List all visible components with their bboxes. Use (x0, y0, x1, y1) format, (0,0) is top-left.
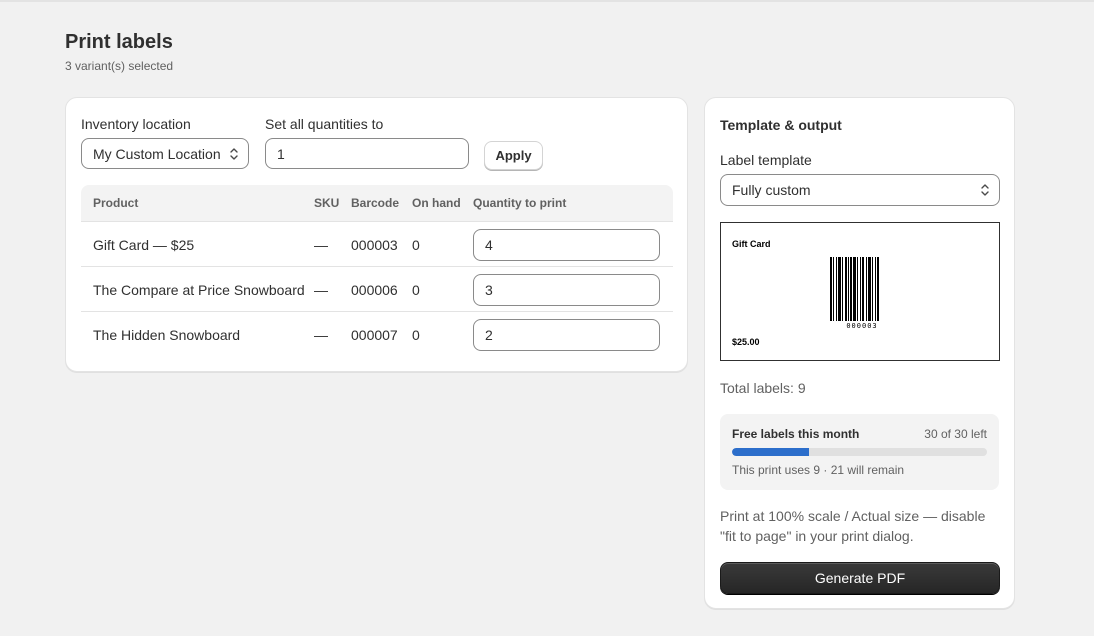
label-preview: Gift Card 000003 $25.00 (720, 222, 1000, 361)
on-hand-value: 0 (412, 282, 420, 298)
on-hand-value: 0 (412, 327, 420, 343)
set-all-label: Set all quantities to (265, 116, 384, 132)
location-select-value: My Custom Location (93, 145, 221, 162)
barcode-value: 000006 (351, 282, 398, 298)
quota-title: Free labels this month (732, 427, 860, 441)
quantity-input[interactable]: 2 (473, 319, 660, 351)
preview-barcode-number: 000003 (846, 322, 878, 330)
top-divider (0, 0, 1094, 2)
column-header-product: Product (93, 196, 139, 210)
chevron-up-down-icon (981, 184, 989, 196)
quota-progress-fill (732, 448, 809, 456)
quantity-input[interactable]: 4 (473, 229, 660, 261)
selection-count: 3 variant(s) selected (65, 59, 174, 73)
column-header-barcode: Barcode (351, 196, 400, 210)
variants-card: Inventory location My Custom Location Se… (65, 97, 688, 372)
barcode-value: 000003 (351, 237, 398, 253)
template-select[interactable]: Fully custom (720, 174, 1000, 206)
set-all-quantity-value: 1 (277, 145, 285, 162)
generate-pdf-button[interactable]: Generate PDF (720, 562, 1000, 594)
apply-button[interactable]: Apply (484, 141, 543, 170)
on-hand-value: 0 (412, 237, 420, 253)
page-title: Print labels (65, 31, 173, 53)
sku-value: — (314, 327, 328, 343)
barcode-image (830, 257, 879, 321)
quantity-value: 2 (485, 327, 493, 343)
product-name: The Compare at Price Snowboard (93, 282, 305, 298)
column-header-quantity: Quantity to print (473, 196, 567, 210)
sku-value: — (314, 237, 328, 253)
barcode-value: 000007 (351, 327, 398, 343)
quota-progress-bar (732, 448, 987, 456)
chevron-up-down-icon (230, 147, 238, 160)
card-title: Template & output (720, 117, 842, 133)
column-header-on-hand: On hand (412, 196, 461, 210)
total-labels: Total labels: 9 (720, 380, 806, 396)
set-all-quantity-input[interactable]: 1 (265, 138, 469, 169)
template-output-card: Template & output Label template Fully c… (704, 97, 1015, 609)
location-label: Inventory location (81, 116, 191, 132)
table-header: Product SKU Barcode On hand Quantity to … (81, 185, 673, 222)
quantity-value: 4 (485, 237, 493, 253)
sku-value: — (314, 282, 328, 298)
template-label: Label template (720, 152, 812, 168)
variants-table: Product SKU Barcode On hand Quantity to … (81, 185, 673, 357)
preview-product-name: Gift Card (732, 239, 771, 249)
product-name: The Hidden Snowboard (93, 327, 241, 343)
product-name: Gift Card — $25 (93, 237, 195, 253)
table-row: Gift Card — $25 — 000003 0 4 (81, 222, 673, 267)
print-scale-hint: Print at 100% scale / Actual size — disa… (720, 508, 986, 544)
table-row: The Compare at Price Snowboard — 000006 … (81, 267, 673, 312)
table-row: The Hidden Snowboard — 000007 0 2 (81, 312, 673, 357)
quantity-input[interactable]: 3 (473, 274, 660, 306)
page-header: Print labels 3 variant(s) selected (65, 30, 173, 73)
quota-remaining: 30 of 30 left (924, 427, 987, 441)
preview-price: $25.00 (732, 337, 760, 347)
location-select[interactable]: My Custom Location (81, 138, 249, 169)
quota-note: This print uses 9 · 21 will remain (732, 463, 905, 477)
template-select-value: Fully custom (732, 182, 811, 198)
free-labels-panel: Free labels this month 30 of 30 left Thi… (720, 414, 999, 490)
quantity-value: 3 (485, 282, 493, 298)
column-header-sku: SKU (314, 196, 340, 210)
